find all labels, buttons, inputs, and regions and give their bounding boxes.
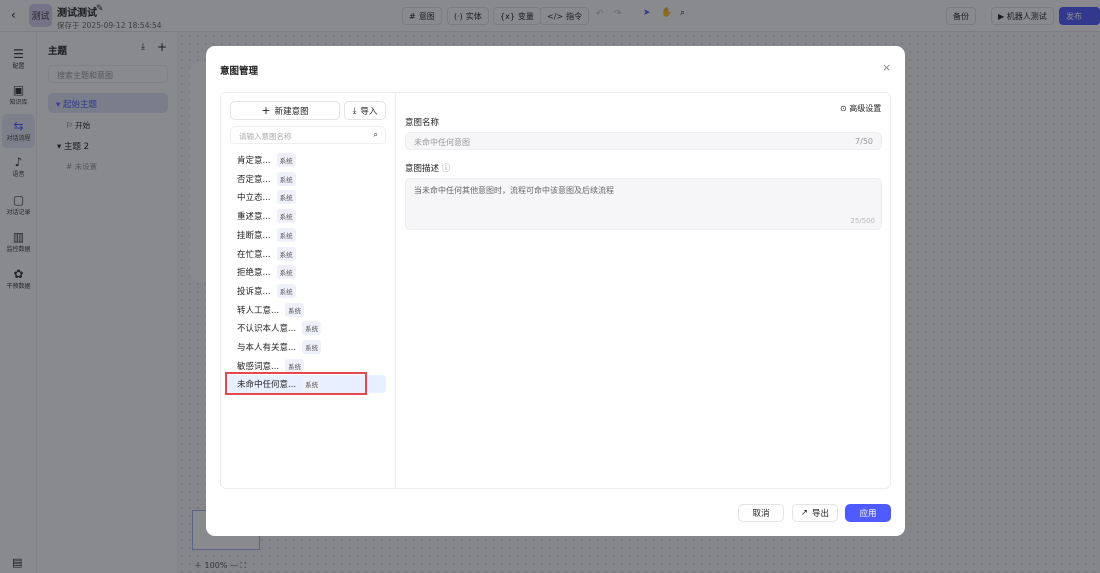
- search-placeholder: 请输入意图名称: [239, 132, 292, 141]
- export-button[interactable]: ↗ 导出: [792, 504, 838, 522]
- intent-name: 中立态...: [237, 193, 271, 204]
- system-tag: 系统: [276, 265, 296, 280]
- name-label: 意图名称: [405, 118, 440, 128]
- button-label: 导入: [360, 106, 378, 117]
- intent-name: 否定意...: [237, 174, 271, 185]
- intent-desc-field[interactable]: 当未命中任何其他意图时，流程可命中该意图及后续流程 25/500: [405, 178, 882, 230]
- system-tag: 系统: [302, 321, 322, 336]
- intent-management-dialog: 意图管理 × + 新建意图 ⤓ 导入 请输入意图名称 ⌕ 肯定意... 系统 否定意...…: [206, 46, 905, 536]
- label-text: 意图描述: [405, 164, 440, 174]
- intent-list-item[interactable]: 否定意... 系统: [227, 170, 386, 188]
- intent-list-item[interactable]: 与本人有关意... 系统: [227, 338, 386, 356]
- plus-icon: +: [261, 104, 271, 117]
- intent-list-item[interactable]: 不认识本人意... 系统: [227, 319, 386, 337]
- system-tag: 系统: [285, 302, 305, 317]
- link-label: 高级设置: [849, 104, 882, 113]
- annotation-highlight-box: [225, 372, 367, 395]
- intent-list-item[interactable]: 转人工意... 系统: [227, 301, 386, 319]
- intent-list-panel: + 新建意图 ⤓ 导入 请输入意图名称 ⌕ 肯定意... 系统 否定意... 系统 中立态..…: [221, 93, 396, 488]
- intent-list-item[interactable]: 挂断意... 系统: [227, 226, 386, 244]
- intent-list-item[interactable]: 拒绝意... 系统: [227, 263, 386, 281]
- system-tag: 系统: [276, 283, 296, 298]
- system-tag: 系统: [285, 358, 305, 373]
- system-tag: 系统: [276, 246, 296, 261]
- intent-list-item[interactable]: 肯定意... 系统: [227, 151, 386, 169]
- intent-name-field[interactable]: 未命中任何意图 7/50: [405, 132, 882, 150]
- char-count: 25/500: [850, 217, 875, 225]
- char-count: 7/50: [855, 137, 873, 146]
- dialog-body: + 新建意图 ⤓ 导入 请输入意图名称 ⌕ 肯定意... 系统 否定意... 系统 中立态..…: [220, 92, 891, 489]
- intent-name: 投诉意...: [237, 286, 271, 297]
- intent-name: 拒绝意...: [237, 268, 271, 279]
- help-icon[interactable]: ⓘ: [442, 164, 451, 174]
- desc-label: 意图描述 ⓘ: [405, 162, 450, 174]
- system-tag: 系统: [276, 171, 296, 186]
- intent-name: 肯定意...: [237, 156, 271, 166]
- system-tag: 系统: [276, 190, 296, 205]
- field-value: 未命中任何意图: [414, 138, 470, 147]
- button-label: 新建意图: [274, 106, 309, 117]
- intent-list-item[interactable]: 中立态... 系统: [227, 188, 386, 206]
- dialog-title: 意图管理: [220, 66, 259, 77]
- export-icon: ↗: [800, 508, 809, 518]
- intent-name: 转人工意...: [237, 305, 280, 316]
- close-icon[interactable]: ×: [882, 61, 891, 74]
- search-icon: ⌕: [373, 130, 378, 139]
- intent-search-input[interactable]: 请输入意图名称 ⌕: [230, 126, 386, 144]
- intent-list-item[interactable]: 投诉意... 系统: [227, 282, 386, 300]
- intent-list-item[interactable]: 在忙意... 系统: [227, 245, 386, 263]
- new-intent-button[interactable]: + 新建意图: [230, 101, 340, 120]
- field-value: 当未命中任何其他意图时，流程可命中该意图及后续流程: [414, 186, 614, 195]
- button-label: 导出: [812, 509, 830, 519]
- system-tag: 系统: [276, 153, 296, 167]
- import-button[interactable]: ⤓ 导入: [344, 101, 386, 120]
- system-tag: 系统: [276, 209, 296, 224]
- intent-name: 挂断意...: [237, 230, 271, 241]
- intent-list-item[interactable]: 重述意... 系统: [227, 207, 386, 225]
- apply-button[interactable]: 应用: [845, 504, 891, 522]
- intent-name: 与本人有关意...: [237, 343, 297, 353]
- intent-name: 敏感词意...: [237, 361, 280, 372]
- import-icon: ⤓: [352, 105, 357, 116]
- intent-name: 重述意...: [237, 212, 271, 223]
- cancel-button[interactable]: 取消: [738, 504, 784, 522]
- system-tag: 系统: [302, 340, 322, 354]
- advanced-settings-link[interactable]: ⊙ 高级设置: [840, 103, 881, 114]
- intent-name: 在忙意...: [237, 249, 271, 260]
- intent-name: 不认识本人意...: [237, 324, 297, 335]
- system-tag: 系统: [276, 227, 296, 242]
